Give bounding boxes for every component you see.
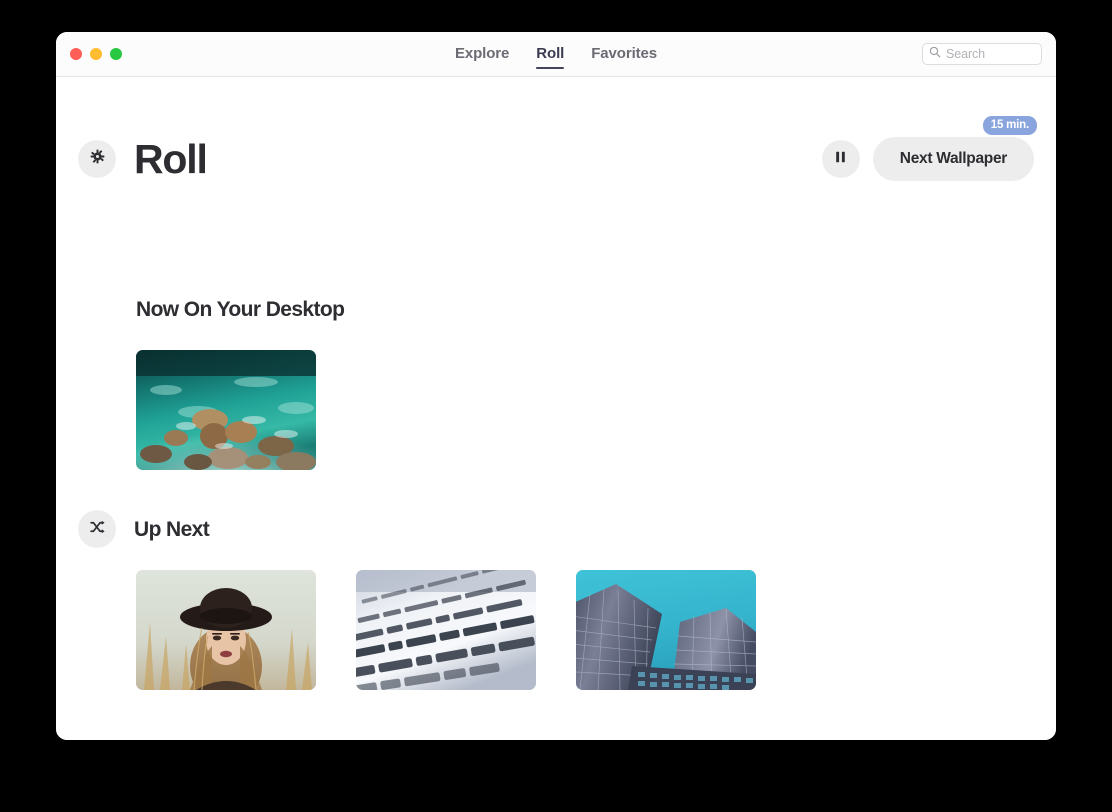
minimize-window-button[interactable] [90,48,102,60]
close-window-button[interactable] [70,48,82,60]
pause-icon [834,150,847,169]
timer-badge: 15 min. [982,116,1037,136]
app-window: Explore Roll Favorites Search Roll Next … [56,32,1056,740]
page-header: Roll Next Wallpaper 15 min. [56,116,1056,185]
desktop-background: Explore Roll Favorites Search Roll Next … [0,0,1112,812]
desktop-thumbnail-row [78,350,1034,470]
pause-button[interactable] [821,140,860,178]
upnext-thumbnail-row [78,570,1034,690]
traffic-lights [70,48,122,60]
gear-icon [90,149,105,169]
settings-button[interactable] [78,140,116,178]
tab-explore[interactable]: Explore [455,45,509,64]
tab-roll[interactable]: Roll [536,45,564,69]
tab-favorites[interactable]: Favorites [591,45,657,64]
search-input[interactable]: Search [922,43,1042,65]
section-header-upnext: Up Next [78,509,1034,549]
next-wallpaper-button[interactable]: Next Wallpaper 15 min. [872,116,1037,181]
maximize-window-button[interactable] [110,48,122,60]
shuffle-icon [89,519,105,540]
search-icon [929,45,941,63]
aerial-coast-wallpaper[interactable] [136,350,316,470]
shuffle-button[interactable] [78,510,116,548]
next-wallpaper-label: Next Wallpaper [899,150,1008,167]
book-text-wallpaper[interactable] [356,570,536,690]
section-header-desktop: Now On Your Desktop [78,289,1034,329]
nav-tabs: Explore Roll Favorites [455,32,657,77]
section-title-desktop: Now On Your Desktop [136,297,345,321]
skyscrapers-wallpaper[interactable] [576,570,756,690]
content-area: Roll Next Wallpaper 15 min. Now On Your … [56,77,1056,740]
header-actions: Next Wallpaper 15 min. [821,116,1037,181]
section-up-next: Up Next [56,509,1056,690]
portrait-hat-wallpaper[interactable] [136,570,316,690]
section-now-on-desktop: Now On Your Desktop [56,289,1056,470]
page-title: Roll [134,135,208,182]
titlebar: Explore Roll Favorites Search [56,32,1056,77]
search-placeholder: Search [946,47,986,61]
section-title-upnext: Up Next [134,517,210,541]
